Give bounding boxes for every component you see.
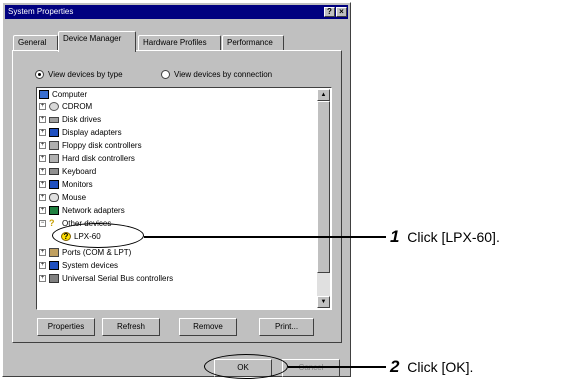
tree-item-disk-drives[interactable]: + Disk drives [39,114,101,125]
tree-item-keyboard[interactable]: + Keyboard [39,166,96,177]
hdd-icon [49,154,59,163]
system-properties-window: System Properties ? × General Device Man… [2,2,351,377]
monitor-icon [49,180,59,189]
tree-item-system-devices[interactable]: + System devices [39,260,118,271]
tree-item-hard-disk-controllers[interactable]: + Hard disk controllers [39,153,135,164]
scroll-thumb[interactable] [317,101,330,273]
view-by-connection-label: View devices by connection [174,70,273,79]
radio-unselected-icon [161,70,170,79]
callout-2-number: 2 [390,357,400,376]
ok-highlight-ellipse [204,354,288,379]
tree-item-floppy-controllers[interactable]: + Floppy disk controllers [39,140,142,151]
floppy-icon [49,141,59,150]
cdrom-icon [49,102,59,111]
print-button[interactable]: Print... [259,318,314,336]
usb-icon [49,274,59,283]
tree-item-label: Hard disk controllers [62,154,135,163]
callout-2-text: Click [OK]. [407,359,474,375]
tree-item-label: Network adapters [62,206,125,215]
view-by-connection-radio[interactable]: View devices by connection [161,70,272,79]
expand-icon[interactable]: + [39,194,46,201]
tree-item-label: CDROM [62,102,93,111]
tab-hardware-profiles[interactable]: Hardware Profiles [138,35,221,51]
tree-item-ports[interactable]: + Ports (COM & LPT) [39,247,131,258]
disk-icon [49,116,59,123]
tree-item-display-adapters[interactable]: + Display adapters [39,127,122,138]
refresh-button[interactable]: Refresh [102,318,160,336]
port-icon [49,248,59,257]
cancel-button[interactable]: Cancel [282,359,340,377]
expand-icon[interactable]: + [39,155,46,162]
network-icon [49,206,59,215]
expand-icon[interactable]: + [39,275,46,282]
close-button[interactable]: × [336,7,347,17]
callout-1-number: 1 [390,227,400,246]
tree-item-label: Keyboard [62,167,97,176]
callout-1-text: Click [LPX-60]. [407,229,500,245]
expand-icon[interactable]: + [39,116,46,123]
computer-icon [39,90,49,99]
tree-item-mouse[interactable]: + Mouse [39,192,86,203]
tree-item-label: Display adapters [62,128,122,137]
window-title: System Properties [8,7,74,16]
tree-item-label: Computer [52,90,88,99]
callout-2-line [288,366,386,368]
system-icon [49,261,59,270]
title-bar: System Properties ? × [5,5,348,19]
tree-item-label: System devices [62,261,119,270]
tree-item-monitors[interactable]: + Monitors [39,179,93,190]
tree-item-label: Ports (COM & LPT) [62,248,132,257]
unknown-device-icon: ? [49,218,55,228]
callout-1: 1 Click [LPX-60]. [390,227,500,247]
callout-2: 2 Click [OK]. [390,357,473,377]
collapse-icon[interactable]: − [39,220,46,227]
tree-item-label: Floppy disk controllers [62,141,142,150]
display-icon [49,128,59,137]
expand-icon[interactable]: + [39,103,46,110]
expand-icon[interactable]: + [39,207,46,214]
expand-icon[interactable]: + [39,142,46,149]
radio-selected-icon [35,70,44,79]
callout-1-line [144,236,386,238]
tree-item-computer[interactable]: Computer [39,89,87,100]
mouse-icon [49,193,59,202]
properties-button[interactable]: Properties [37,318,95,336]
tab-general[interactable]: General [13,35,58,51]
remove-button[interactable]: Remove [179,318,237,336]
keyboard-icon [49,168,59,175]
expand-icon[interactable]: + [39,262,46,269]
tab-performance[interactable]: Performance [222,35,284,51]
tree-item-label: Monitors [62,180,93,189]
tree-item-usb-controllers[interactable]: + Universal Serial Bus controllers [39,273,173,284]
tree-item-label: Disk drives [62,115,102,124]
device-tree: ▲ ▼ Computer + CDROM + Disk drives + Dis… [36,87,332,310]
expand-icon[interactable]: + [39,168,46,175]
expand-icon[interactable]: + [39,249,46,256]
view-by-type-label: View devices by type [48,70,123,79]
scroll-up-icon[interactable]: ▲ [317,89,330,101]
expand-icon[interactable]: + [39,181,46,188]
view-by-type-radio[interactable]: View devices by type [35,70,123,79]
lpx-60-highlight-ellipse [52,223,144,248]
help-button[interactable]: ? [324,7,335,17]
vertical-scrollbar[interactable]: ▲ ▼ [317,89,330,308]
expand-icon[interactable]: + [39,129,46,136]
tree-item-cdrom[interactable]: + CDROM [39,101,92,112]
tab-device-manager[interactable]: Device Manager [58,31,136,52]
tree-item-label: Universal Serial Bus controllers [62,274,174,283]
tree-item-label: Mouse [62,193,87,202]
scroll-down-icon[interactable]: ▼ [317,296,330,308]
tree-item-network-adapters[interactable]: + Network adapters [39,205,125,216]
